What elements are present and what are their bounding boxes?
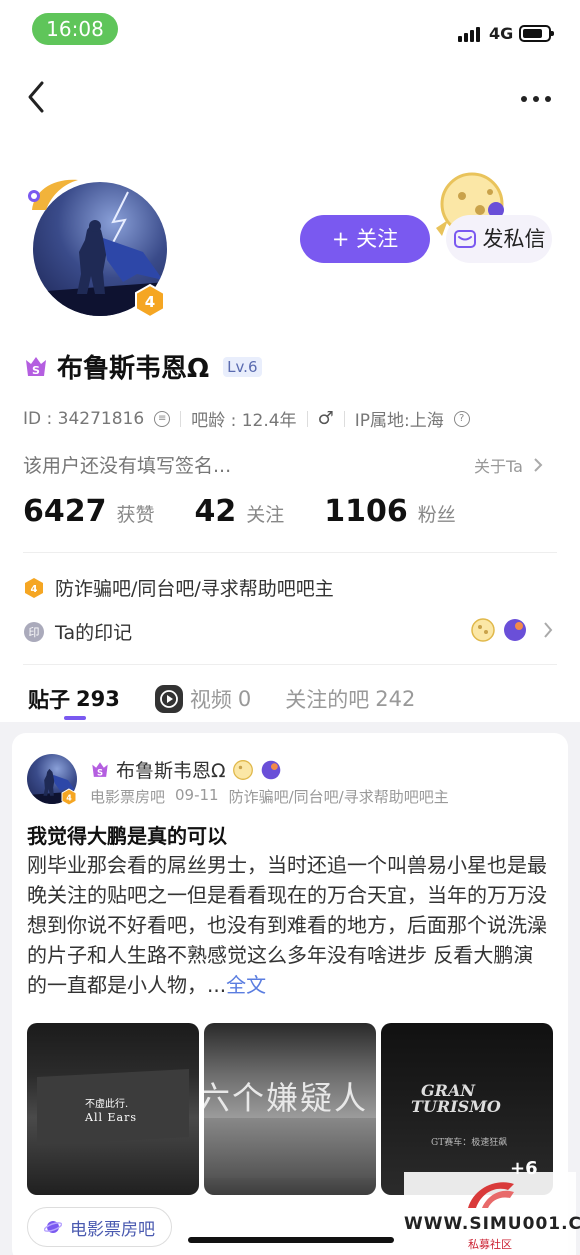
tab-followed-bars[interactable]: 关注的吧 242 — [285, 684, 415, 714]
home-indicator — [188, 1237, 394, 1243]
image-caption: GT赛车：极速狂飙 — [431, 1138, 508, 1148]
gender-icon: ♂ — [317, 408, 334, 429]
tab-label: 贴子 — [28, 688, 70, 712]
signal-icon — [458, 27, 480, 42]
about-label: 关于Ta — [474, 457, 523, 476]
forum-chip-label: 电影票房吧 — [70, 1219, 155, 1240]
watermark-text: WWW.SIMU001.CN — [404, 1214, 580, 1234]
battery-icon — [519, 25, 554, 42]
stat-likes[interactable]: 6427 获赞 — [23, 494, 155, 529]
tab-label: 关注的吧 — [285, 688, 370, 712]
image-caption: 不虚此行. — [85, 1099, 129, 1110]
bar-age: 吧龄 : 12.4年 — [191, 411, 297, 431]
tab-count: 0 — [237, 687, 252, 711]
marks-row[interactable]: 印 Ta的印记 — [23, 618, 132, 645]
watermark-subtext: 私募社区 — [468, 1238, 512, 1251]
back-button[interactable] — [26, 80, 58, 116]
svg-text:4: 4 — [145, 293, 155, 311]
video-icon — [154, 685, 183, 713]
stat-fans[interactable]: 1106 粉丝 — [324, 494, 456, 529]
post-author[interactable]: S 布鲁斯韦恩Ω — [90, 756, 282, 783]
level-tag: Lv.6 — [223, 356, 262, 377]
tab-videos[interactable]: 视频 0 — [154, 684, 251, 714]
post-image[interactable]: 六个嫌疑人 — [204, 1023, 376, 1195]
tab-label: 视频 — [189, 688, 232, 712]
read-more-link[interactable]: 全文 — [226, 973, 266, 997]
status-time: 16:08 — [32, 13, 118, 45]
bar-owner-text: 防诈骗吧/同台吧/寻求帮助吧吧主 — [55, 578, 334, 600]
stat-label: 粉丝 — [417, 504, 456, 526]
level-badge-icon: 4 — [135, 283, 165, 319]
planet-mark-icon — [261, 760, 280, 779]
follow-button[interactable]: + 关注 — [300, 215, 430, 263]
cookie-mark-icon — [471, 618, 495, 642]
stat-value: 1106 — [324, 494, 408, 529]
forum-chip[interactable]: 电影票房吧 — [27, 1207, 172, 1247]
stat-following[interactable]: 42 关注 — [195, 494, 285, 529]
divider — [180, 410, 182, 427]
tab-count: 242 — [375, 687, 416, 711]
image-caption: TURISMO — [411, 1097, 501, 1116]
signature: 该用户还没有填写签名... — [23, 455, 232, 477]
envelope-icon — [453, 230, 476, 248]
copy-icon[interactable]: ≡ — [154, 410, 171, 427]
marks-label: Ta的印记 — [55, 622, 133, 644]
image-caption: 六个嫌疑人 — [204, 1079, 369, 1117]
stat-label: 获赞 — [116, 504, 155, 526]
svg-text:S: S — [32, 364, 40, 377]
moon-frame-icon — [28, 179, 78, 210]
username: 布鲁斯韦恩Ω — [57, 354, 210, 384]
tab-count: 293 — [76, 687, 120, 711]
marks-preview[interactable] — [470, 617, 554, 643]
post-title[interactable]: 我觉得大鹏是真的可以 — [27, 820, 227, 849]
stat-value: 42 — [194, 494, 237, 529]
divider — [23, 664, 557, 665]
svg-text:4: 4 — [66, 794, 72, 803]
chevron-right-icon — [534, 458, 543, 472]
more-options-button[interactable] — [520, 82, 552, 110]
post-meta: 电影票房吧 09-11 防诈骗吧/同台吧/寻求帮助吧吧主 — [90, 786, 449, 807]
svg-text:印: 印 — [29, 626, 40, 639]
stat-label: 关注 — [246, 504, 285, 526]
ip-location: IP属地:上海 — [354, 411, 444, 431]
post-date: 09-11 — [175, 786, 219, 804]
vip-s-badge-icon: S — [26, 356, 46, 377]
level-badge-icon: 4 — [61, 788, 77, 806]
message-button[interactable]: 发私信 — [446, 215, 552, 263]
help-icon[interactable]: ? — [453, 410, 470, 427]
post-forum: 电影票房吧 — [90, 788, 166, 806]
stamp-icon: 印 — [24, 621, 44, 642]
message-button-label: 发私信 — [482, 227, 546, 251]
divider — [23, 552, 557, 553]
vip-s-badge-icon: S — [92, 761, 108, 777]
tab-posts[interactable]: 贴子 293 — [28, 684, 120, 714]
post-image[interactable]: 不虚此行. All Ears — [27, 1023, 199, 1195]
network-type: 4G — [489, 24, 514, 43]
bar-owner-row[interactable]: 4 防诈骗吧/同台吧/寻求帮助吧吧主 — [23, 574, 334, 601]
stat-value: 6427 — [23, 494, 107, 529]
divider — [343, 410, 345, 427]
divider — [306, 410, 308, 427]
planet-mark-icon — [504, 619, 526, 641]
svg-text:4: 4 — [31, 584, 38, 595]
user-id: ID : 34271816 — [23, 408, 145, 429]
username-row: S 布鲁斯韦恩Ω Lv.6 — [23, 348, 262, 385]
post-body-text: 刚毕业那会看的屌丝男士，当时还追一个叫兽易小星也是最晚关注的贴吧之一但是看看现在… — [27, 853, 547, 997]
svg-text:S: S — [97, 767, 103, 777]
active-tab-indicator — [64, 716, 86, 720]
image-caption: All Ears — [85, 1111, 137, 1124]
about-link[interactable]: 关于Ta — [474, 453, 543, 477]
cookie-mark-icon — [232, 759, 253, 780]
watermark-logo-icon — [468, 1182, 514, 1208]
stats-row: 6427 获赞 42 关注 1106 粉丝 — [23, 494, 496, 529]
post-owner-of: 防诈骗吧/同台吧/寻求帮助吧吧主 — [228, 788, 449, 806]
chevron-right-icon — [544, 622, 553, 638]
profile-tabs: 贴子 293 视频 0 关注的吧 242 — [28, 684, 449, 714]
owner-badge-icon: 4 — [25, 577, 43, 598]
post-body[interactable]: 刚毕业那会看的屌丝男士，当时还追一个叫兽易小星也是最晚关注的贴吧之一但是看看现在… — [27, 850, 553, 1000]
profile-meta: ID : 34271816 ≡ 吧龄 : 12.4年 ♂ IP属地:上海 ? — [23, 406, 470, 431]
planet-icon — [44, 1221, 62, 1233]
post-author-name: 布鲁斯韦恩Ω — [116, 760, 226, 782]
